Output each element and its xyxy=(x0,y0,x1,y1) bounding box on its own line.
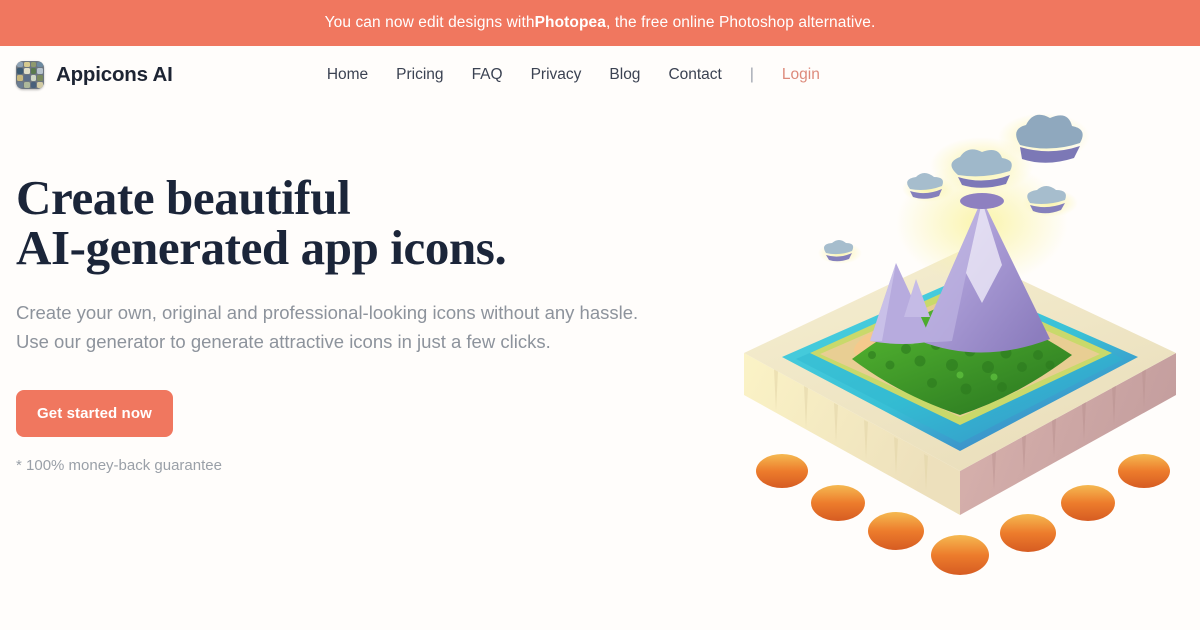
nav-item-login[interactable]: Login xyxy=(782,66,820,84)
nav-item-pricing[interactable]: Pricing xyxy=(396,66,443,84)
hero-copy: Create beautiful AI-generated app icons.… xyxy=(16,103,696,474)
site-header: Appicons AI Home Pricing FAQ Privacy Blo… xyxy=(0,46,1200,103)
nav-item-contact[interactable]: Contact xyxy=(668,66,721,84)
volcano-smoke-plumes xyxy=(818,137,1078,264)
floating-cloud xyxy=(998,113,1090,163)
3d-island-volcano-illustration xyxy=(720,103,1200,623)
nav-separator: | xyxy=(749,65,754,83)
nav-item-privacy[interactable]: Privacy xyxy=(531,66,582,84)
island-feet xyxy=(756,454,1170,575)
page-title: Create beautiful AI-generated app icons. xyxy=(16,173,696,273)
nav-item-blog[interactable]: Blog xyxy=(609,66,640,84)
app-grid-logo-icon xyxy=(16,60,44,89)
brand-logo[interactable]: Appicons AI xyxy=(16,60,173,89)
announcement-text-after: , the free online Photoshop alternative. xyxy=(606,14,876,31)
get-started-button[interactable]: Get started now xyxy=(16,390,173,438)
announcement-brand-link[interactable]: Photopea xyxy=(535,14,606,32)
headline-line-2: AI-generated app icons. xyxy=(16,219,507,275)
nav-item-home[interactable]: Home xyxy=(327,66,368,84)
island-base xyxy=(744,251,1176,515)
island-land xyxy=(810,285,1112,425)
nav-item-faq[interactable]: FAQ xyxy=(472,66,503,84)
island-water xyxy=(782,279,1138,451)
main-navigation: Home Pricing FAQ Privacy Blog Contact | … xyxy=(173,66,974,84)
hero-section: Create beautiful AI-generated app icons.… xyxy=(0,103,1200,630)
announcement-banner[interactable]: You can now edit designs with Photopea, … xyxy=(0,0,1200,46)
announcement-text-before: You can now edit designs with xyxy=(324,14,535,31)
brand-name: Appicons AI xyxy=(56,62,173,86)
hero-subtitle: Create your own, original and profession… xyxy=(16,301,639,352)
headline-line-1: Create beautiful xyxy=(16,170,351,225)
volcano-mountain xyxy=(870,161,1068,353)
money-back-guarantee-note: * 100% money-back guarantee xyxy=(16,457,222,475)
